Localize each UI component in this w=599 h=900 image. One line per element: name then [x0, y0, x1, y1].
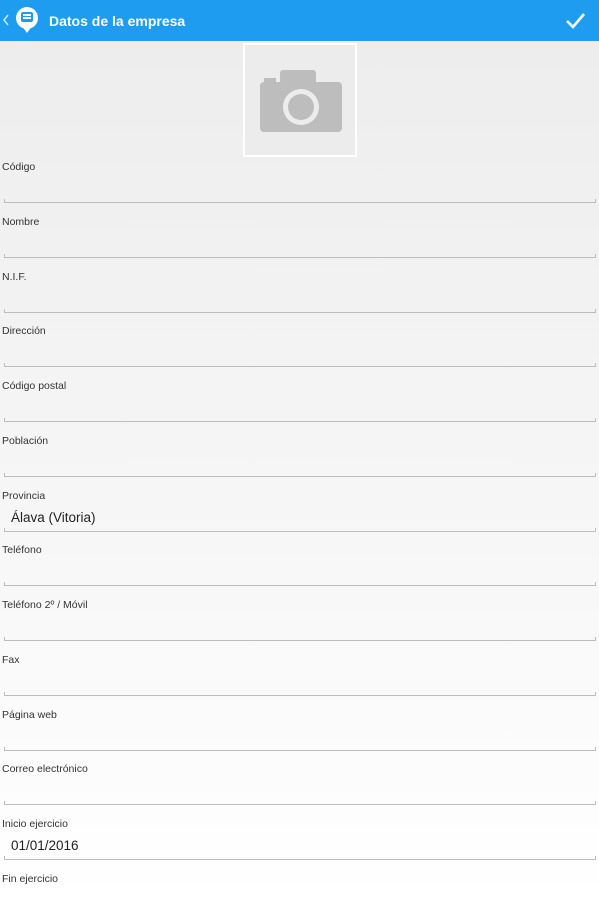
field-label: Fin ejercicio	[2, 873, 59, 885]
field-underline	[4, 528, 596, 532]
field-label: Página web	[2, 709, 57, 721]
field-underline	[4, 637, 596, 641]
field-direccion[interactable]: Dirección	[0, 325, 596, 367]
field-label: Dirección	[2, 325, 46, 337]
page-title: Datos de la empresa	[49, 13, 186, 29]
field-label: Fax	[2, 654, 20, 666]
field-codigo-postal[interactable]: Código postal	[0, 380, 596, 422]
field-pagina-web[interactable]: Página web	[0, 709, 596, 751]
field-underline	[4, 473, 596, 477]
field-nif[interactable]: N.I.F.	[0, 271, 596, 313]
field-fin-ejercicio[interactable]: Fin ejercicio	[0, 873, 596, 900]
field-underline	[4, 582, 596, 586]
field-label: Población	[2, 435, 49, 447]
field-fax[interactable]: Fax	[0, 654, 596, 696]
field-underline	[4, 199, 596, 203]
field-nombre[interactable]: Nombre	[0, 216, 596, 258]
field-label: Inicio ejercicio	[2, 818, 68, 830]
app-bar: Datos de la empresa	[0, 0, 599, 41]
field-underline	[4, 747, 596, 751]
field-poblacion[interactable]: Población	[0, 435, 596, 477]
chevron-left-icon[interactable]	[2, 12, 10, 28]
field-provincia[interactable]: Provincia Álava (Vitoria)	[0, 490, 596, 532]
field-label: Teléfono 2º / Móvil	[2, 599, 88, 611]
field-label: Nombre	[2, 216, 40, 228]
date-value[interactable]: 01/01/2016	[11, 838, 79, 853]
field-telefono[interactable]: Teléfono	[0, 544, 596, 586]
field-label: Teléfono	[2, 544, 42, 556]
field-underline	[4, 309, 596, 313]
app-logo-icon	[16, 7, 38, 33]
field-underline	[4, 801, 596, 805]
field-underline	[4, 363, 596, 367]
provincia-select[interactable]: Álava (Vitoria)	[11, 510, 96, 525]
camera-icon	[260, 70, 342, 132]
field-telefono-2-movil[interactable]: Teléfono 2º / Móvil	[0, 599, 596, 641]
field-label: Código postal	[2, 380, 67, 392]
field-label: Correo electrónico	[2, 763, 88, 775]
field-underline	[4, 856, 596, 860]
field-codigo[interactable]: Código	[0, 161, 596, 203]
field-underline	[4, 254, 596, 258]
field-label: Código	[2, 161, 36, 173]
field-correo-electronico[interactable]: Correo electrónico	[0, 763, 596, 805]
field-underline	[4, 692, 596, 696]
field-inicio-ejercicio[interactable]: Inicio ejercicio 01/01/2016	[0, 818, 596, 860]
field-underline	[4, 418, 596, 422]
field-label: Provincia	[2, 490, 46, 502]
checkmark-icon[interactable]	[563, 9, 587, 33]
field-label: N.I.F.	[2, 271, 27, 283]
company-photo[interactable]	[243, 43, 357, 157]
